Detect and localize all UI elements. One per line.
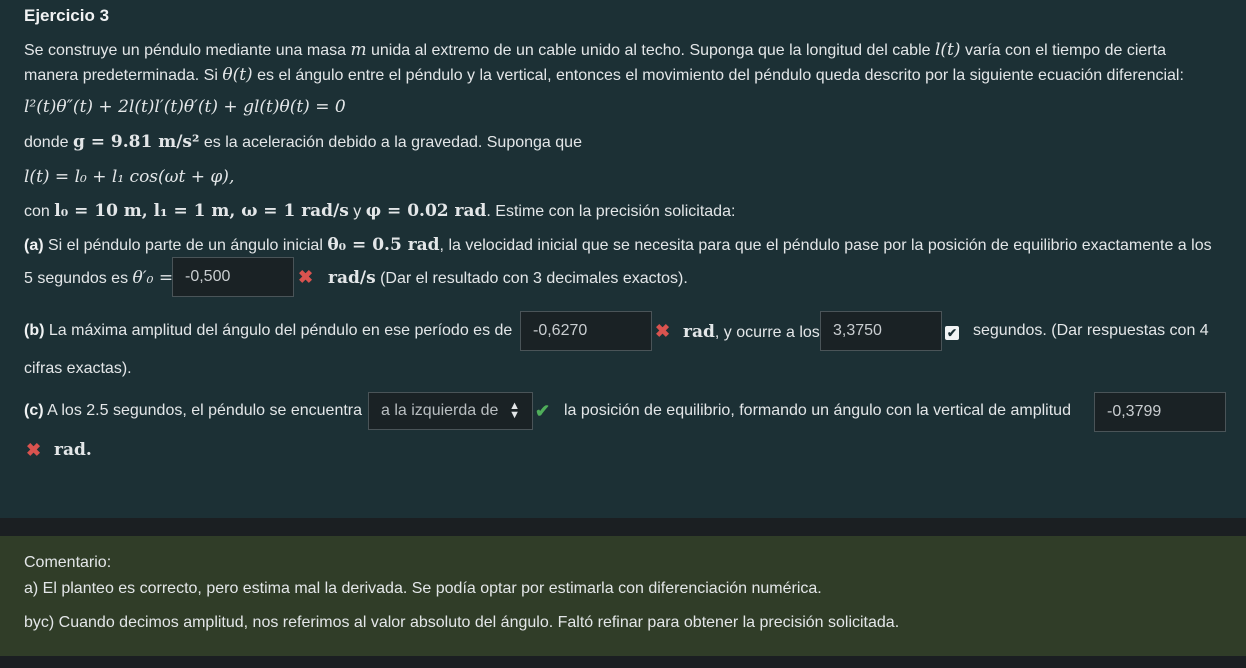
part-b-unit: rad [683, 322, 715, 342]
part-c-label: (c) [24, 402, 44, 419]
mass-symbol: m [350, 40, 367, 60]
differential-equation: l²(t)θ″(t) + 2l(t)l′(t)θ′(t) + gl(t)θ(t)… [24, 97, 346, 117]
x-mark-icon: ✖ [655, 321, 671, 341]
feedback-line-1: a) El planteo es correcto, pero estima m… [24, 580, 822, 597]
x-mark-icon: ✖ [298, 267, 314, 287]
initial-velocity-symbol: θ′₀ = [132, 268, 174, 288]
answer-b-amplitude-input[interactable]: -0,6270 [520, 311, 652, 351]
part-b-label: (b) [24, 322, 45, 339]
length-symbol: l(t) [934, 40, 961, 60]
checkbox-check-icon: ✔ [945, 326, 959, 340]
intro-line-1: Se construye un péndulo mediante una mas… [24, 40, 1166, 60]
part-b-text-4: cifras exactas). [24, 360, 132, 377]
part-b-unit-line: rad, y ocurre a los [683, 322, 820, 342]
x-mark-icon: ✖ [26, 440, 42, 460]
part-a-line-2: 5 segundos es θ′₀ = [24, 268, 174, 288]
part-b-text-3: segundos. (Dar respuestas con 4 [973, 322, 1209, 339]
part-c-unit: rad. [54, 440, 92, 460]
answer-b-time-input[interactable]: 3,3750 [820, 311, 942, 351]
length-equation: l(t) = l₀ + l₁ cos(ωt + φ), [24, 167, 235, 187]
part-c-line-1: (c) A los 2.5 segundos, el péndulo se en… [24, 402, 363, 419]
phase-equation: φ = 0.02 rad [365, 201, 487, 221]
parameters-equation: l₀ = 10 m, l₁ = 1 m, ω = 1 rad/s [54, 201, 349, 221]
position-select[interactable]: a la izquierda de ▲ ▼ [368, 392, 533, 430]
gravity-equation: g = 9.81 m/s² [72, 132, 200, 152]
bottom-strip [0, 656, 1246, 668]
question-panel: Ejercicio 3 Se construye un péndulo medi… [0, 0, 1246, 518]
gravity-line: donde g = 9.81 m/s² es la aceleración de… [24, 132, 582, 152]
feedback-heading: Comentario: [24, 554, 112, 571]
part-b-line-1: (b) La máxima amplitud del ángulo del pé… [24, 322, 513, 339]
initial-angle-equation: θ₀ = 0.5 rad [327, 235, 440, 255]
feedback-panel: Comentario: a) El planteo es correcto, p… [0, 536, 1246, 656]
part-a-line-1: (a) Si el péndulo parte de un ángulo ini… [24, 235, 1212, 255]
feedback-line-2: byc) Cuando decimos amplitud, nos referi… [24, 614, 900, 631]
answer-a-input[interactable]: -0,500 [172, 257, 294, 297]
updown-chevron-icon: ▲ ▼ [509, 400, 520, 421]
part-a-unit: rad/s [328, 268, 376, 288]
part-c-text-2: la posición de equilibrio, formando un á… [564, 402, 1071, 419]
position-select-value: a la izquierda de [381, 402, 499, 419]
intro-line-2: manera predeterminada. Si θ(t) es el áng… [24, 65, 1184, 85]
parameters-line: con l₀ = 10 m, l₁ = 1 m, ω = 1 rad/s y φ… [24, 201, 736, 221]
separator [0, 518, 1246, 536]
theta-symbol: θ(t) [222, 65, 253, 85]
exercise-title: Ejercicio 3 [24, 6, 110, 25]
check-icon: ✔ [535, 401, 551, 421]
part-a-label: (a) [24, 237, 44, 254]
part-a-unit-line: rad/s (Dar el resultado con 3 decimales … [328, 268, 688, 288]
answer-c-input[interactable]: -0,3799 [1094, 392, 1226, 432]
